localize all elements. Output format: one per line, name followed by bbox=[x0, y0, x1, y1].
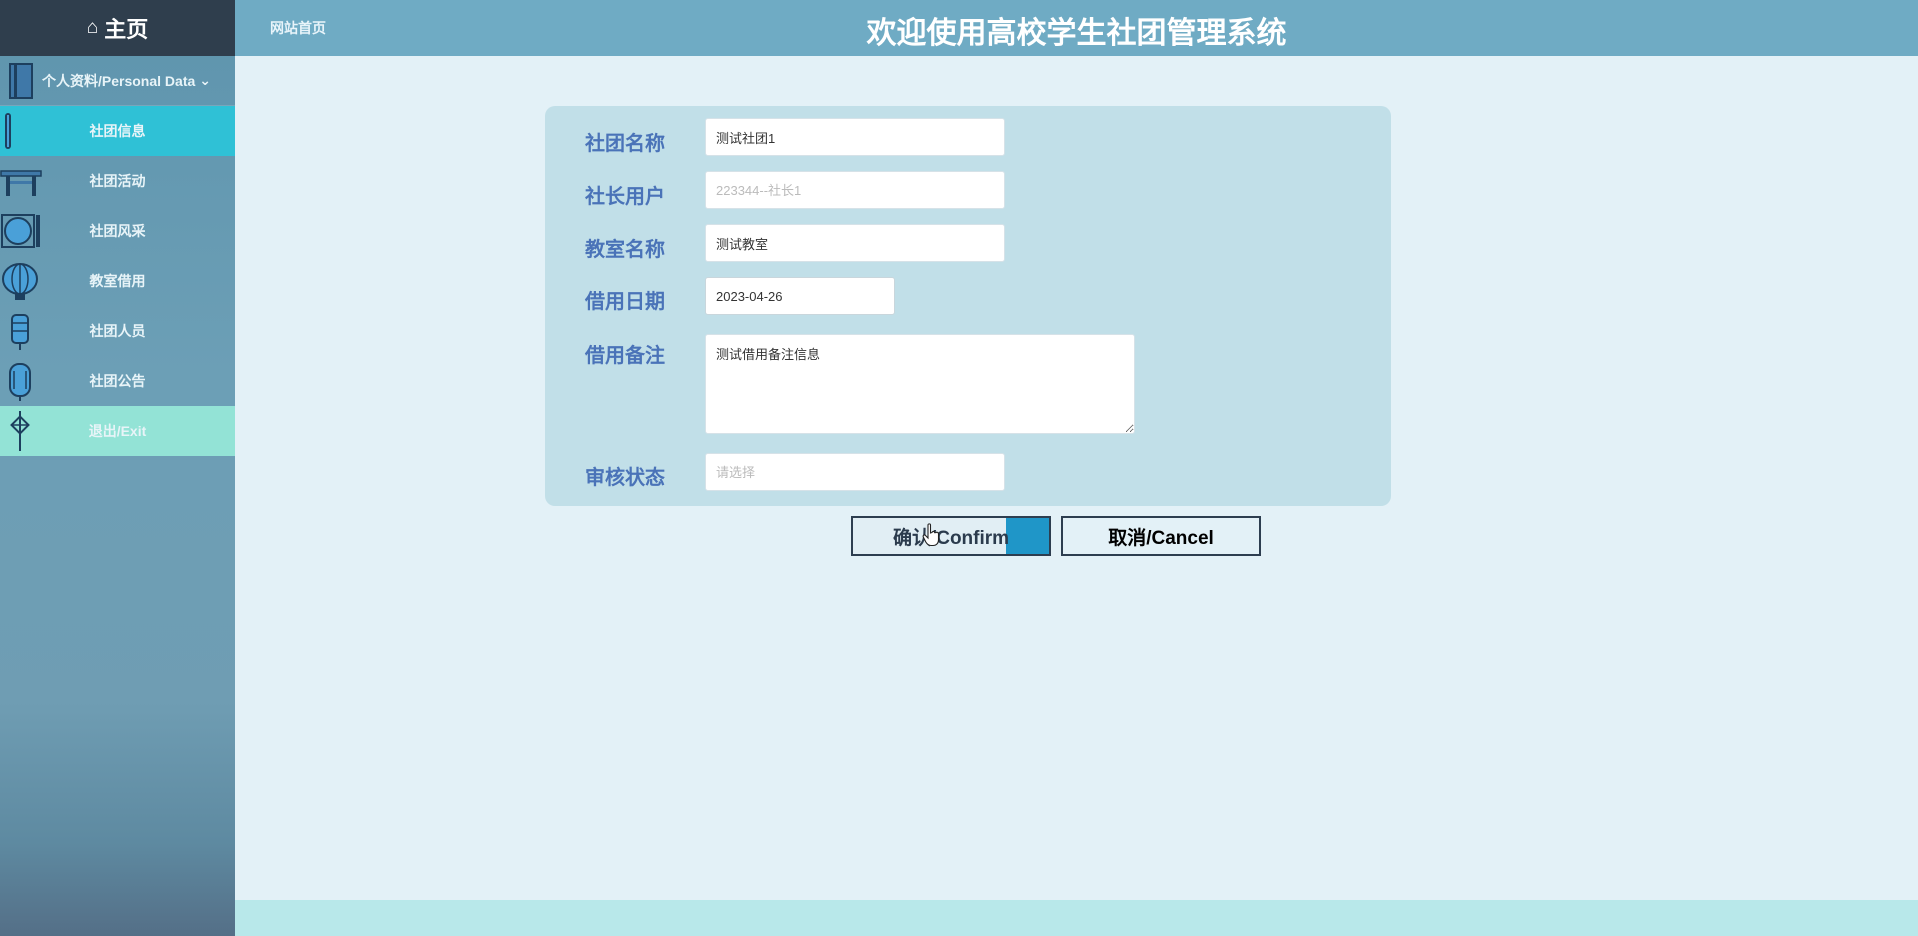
classroom-name-input[interactable] bbox=[705, 224, 1005, 262]
sidebar-home-label: 主页 bbox=[104, 17, 149, 42]
table-icon bbox=[0, 170, 42, 196]
borrow-date-label: 借用日期 bbox=[585, 291, 665, 313]
sidebar-item-club-activity[interactable]: 社团活动 bbox=[0, 156, 235, 206]
confirm-button[interactable]: 确认/Confirm bbox=[851, 516, 1051, 556]
sidebar-item-club-info[interactable]: 社团信息 bbox=[0, 106, 235, 156]
hand-cursor-icon bbox=[922, 523, 940, 547]
page-title: 欢迎使用高校学生社团管理系统 bbox=[866, 17, 1287, 50]
sidebar-item-classroom-borrow[interactable]: 教室借用 bbox=[0, 256, 235, 306]
sidebar-profile-label: 个人资料/Personal Data bbox=[42, 72, 196, 89]
classroom-name-label: 教室名称 bbox=[585, 239, 665, 261]
borrow-date-input[interactable] bbox=[705, 277, 895, 315]
sidebar-home[interactable]: ⌂ 主页 bbox=[0, 0, 235, 56]
scroll-icon bbox=[5, 113, 11, 149]
leader-user-label: 社长用户 bbox=[585, 186, 665, 208]
club-name-label: 社团名称 bbox=[585, 133, 665, 155]
chevron-down-icon: ⌄ bbox=[199, 72, 211, 88]
chinese-knot-icon bbox=[10, 411, 30, 451]
sidebar-item-club-members[interactable]: 社团人员 bbox=[0, 306, 235, 356]
oval-lantern-icon bbox=[9, 363, 31, 401]
sidebar-item-club-notice[interactable]: 社团公告 bbox=[0, 356, 235, 406]
review-status-label: 审核状态 bbox=[585, 467, 665, 489]
sidebar: ⌂ 主页 个人资料/Personal Data ⌄ 社团信息 社团活动 社团风采… bbox=[0, 0, 235, 936]
mirror-icon bbox=[1, 214, 40, 248]
cancel-button[interactable]: 取消/Cancel bbox=[1061, 516, 1261, 556]
sidebar-item-club-style[interactable]: 社团风采 bbox=[0, 206, 235, 256]
home-icon: ⌂ bbox=[86, 17, 99, 38]
borrow-note-label: 借用备注 bbox=[585, 345, 665, 367]
review-status-select[interactable] bbox=[705, 453, 1005, 491]
header: 网站首页 欢迎使用高校学生社团管理系统 bbox=[235, 0, 1918, 56]
tall-lantern-icon bbox=[11, 314, 29, 350]
notebook-icon bbox=[9, 62, 33, 99]
club-name-input[interactable] bbox=[705, 118, 1005, 156]
borrow-note-textarea[interactable]: 测试借用备注信息 bbox=[705, 334, 1135, 434]
sidebar-item-exit[interactable]: 退出/Exit bbox=[0, 406, 235, 456]
edit-form: 社团名称 社长用户 教室名称 借用日期 借用备注 测试借用备注信息 审核状态 bbox=[545, 106, 1391, 506]
footer bbox=[235, 900, 1918, 936]
leader-user-input[interactable] bbox=[705, 171, 1005, 209]
lantern-icon bbox=[2, 263, 38, 300]
sidebar-profile-menu[interactable]: 个人资料/Personal Data ⌄ bbox=[0, 56, 235, 106]
